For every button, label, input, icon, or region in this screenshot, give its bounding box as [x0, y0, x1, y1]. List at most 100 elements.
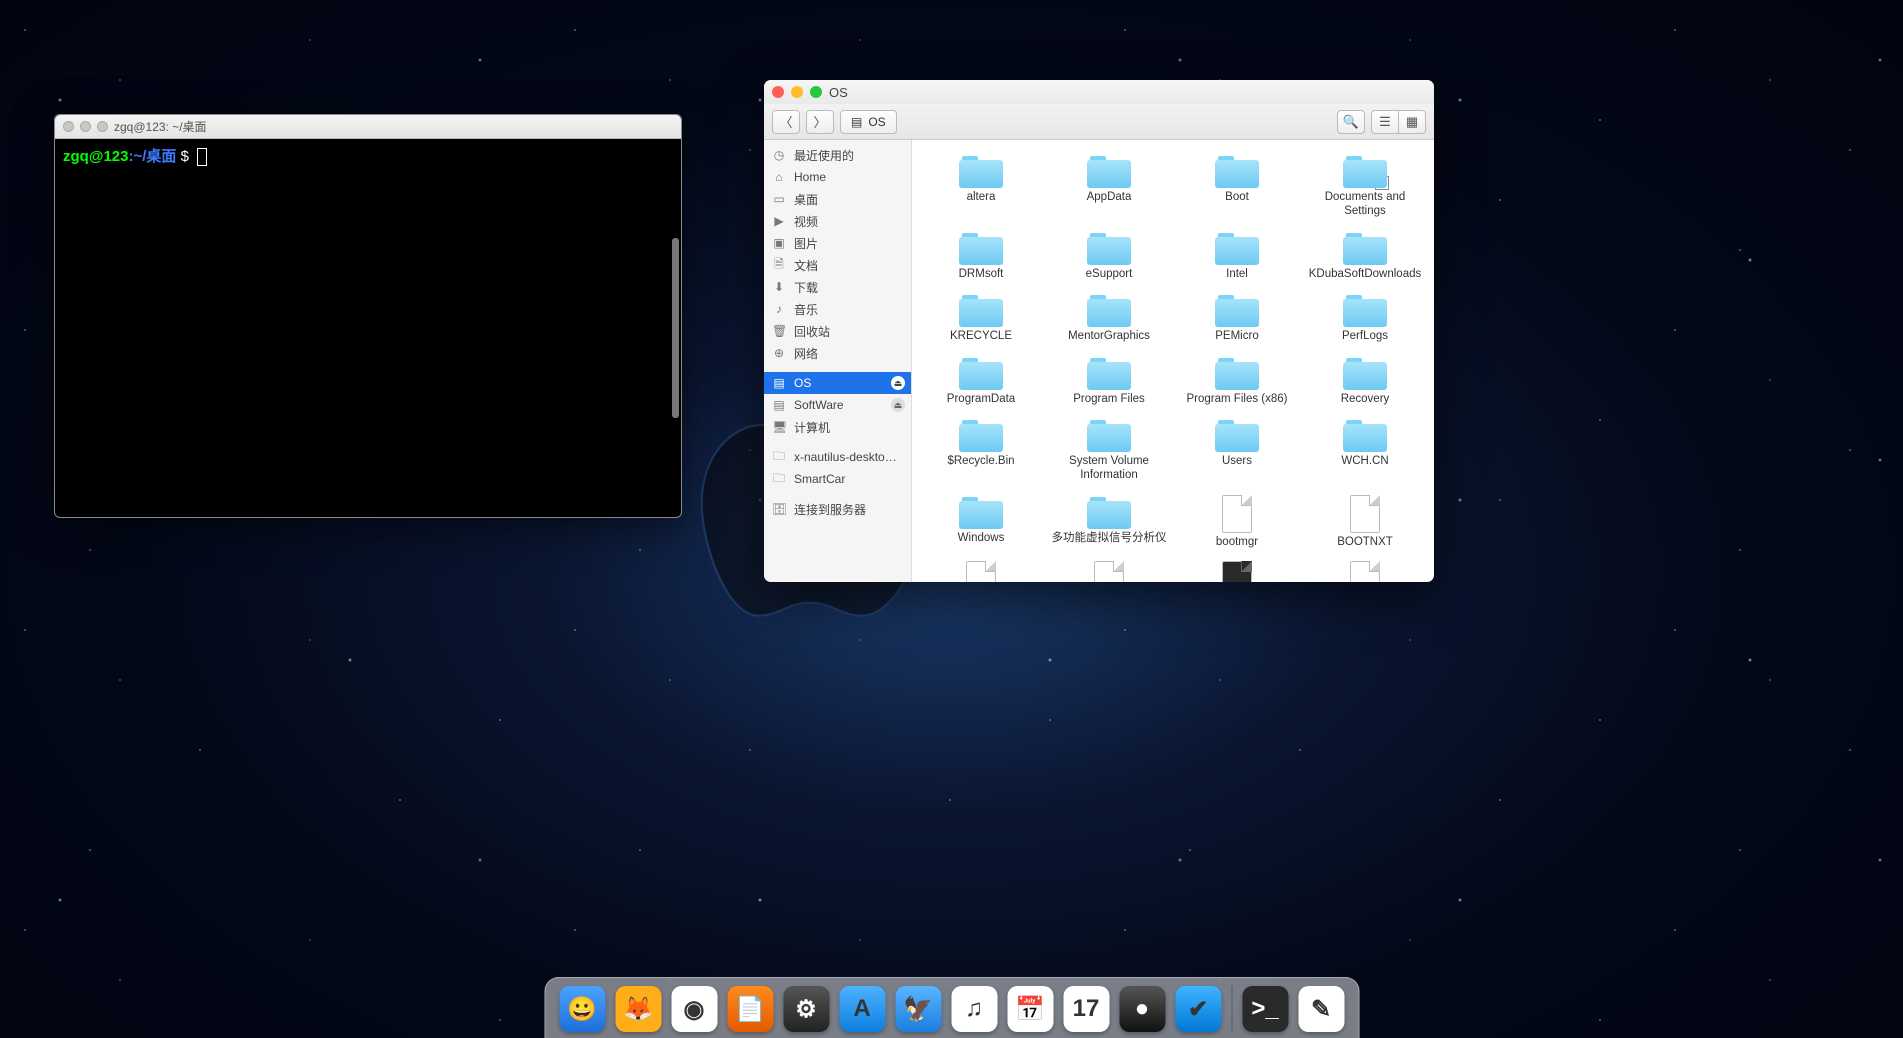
sidebar-item-home[interactable]: ⌂Home — [764, 166, 911, 188]
file-item[interactable]: altera — [918, 150, 1044, 223]
search-button[interactable]: 🔍 — [1337, 110, 1365, 134]
file-item[interactable]: Users — [1174, 414, 1300, 487]
window-close-button[interactable] — [63, 121, 74, 132]
terminal-titlebar[interactable]: zgq@123: ~/桌面 — [55, 115, 681, 139]
window-maximize-button[interactable] — [97, 121, 108, 132]
shortcut-badge-icon: ↗ — [1375, 176, 1389, 190]
file-item[interactable]: Program Files — [1046, 352, 1172, 410]
file-item[interactable]: DRMsoft — [918, 227, 1044, 285]
file-manager-window[interactable]: OS 〈 〉 ▤ OS 🔍 ☰ ▦ ◷最近使用的⌂Home▭桌面▶视频 ▣ 图片 🗎文… — [764, 80, 1434, 582]
folder-icon — [1215, 231, 1259, 265]
file-item[interactable] — [1302, 557, 1428, 582]
sidebar-item-software[interactable]: ▤SoftWare⏏ — [764, 394, 911, 416]
image-icon: ▣ — [772, 236, 786, 250]
sidebar-item--[interactable]: 🗄连接到服务器 — [764, 498, 911, 520]
dock-finder[interactable]: 😀 — [559, 986, 605, 1032]
sidebar-item-label: 图片 — [794, 235, 818, 252]
firefox-icon: 🦊 — [623, 995, 653, 1024]
file-item[interactable]: Program Files (x86) — [1174, 352, 1300, 410]
file-item[interactable]: Windows — [918, 491, 1044, 553]
sidebar-item--[interactable]: ♪音乐 — [764, 298, 911, 320]
window-minimize-button[interactable] — [791, 86, 803, 98]
file-item[interactable]: BOOTNXT — [1302, 491, 1428, 553]
file-item[interactable]: KDubaSoftDownloads — [1302, 227, 1428, 285]
fm-content[interactable]: altera AppData Boot↗Documents and Settings… — [912, 140, 1434, 582]
dock-textedit[interactable]: ✎ — [1298, 986, 1344, 1032]
file-icon — [1094, 561, 1124, 582]
file-item[interactable]: Intel — [1174, 227, 1300, 285]
sidebar-item--[interactable]: ▶视频 — [764, 210, 911, 232]
dock-music[interactable]: ♫ — [951, 986, 997, 1032]
window-close-button[interactable] — [772, 86, 784, 98]
terminal-scrollbar[interactable] — [672, 238, 679, 418]
sidebar-item--[interactable]: ▭桌面 — [764, 188, 911, 210]
dock-pdf[interactable]: 📄 — [727, 986, 773, 1032]
folder-icon — [959, 154, 1003, 188]
pdf-icon: 📄 — [735, 995, 765, 1024]
sidebar-item--[interactable]: 🗎文档 — [764, 254, 911, 276]
terminal-window[interactable]: zgq@123: ~/桌面 zgq@123:~/桌面 $ — [54, 114, 682, 518]
view-list-button[interactable]: ☰ — [1371, 110, 1399, 134]
fm-titlebar[interactable]: OS — [764, 80, 1434, 104]
window-maximize-button[interactable] — [810, 86, 822, 98]
view-grid-button[interactable]: ▦ — [1398, 110, 1426, 134]
dock-firefox[interactable]: 🦊 — [615, 986, 661, 1032]
file-item[interactable]: 多功能虚拟信号分析仪 — [1046, 491, 1172, 553]
prompt-symbol: $ — [176, 148, 193, 165]
window-minimize-button[interactable] — [80, 121, 91, 132]
file-item[interactable]: ↗Documents and Settings — [1302, 150, 1428, 223]
file-item[interactable]: Recovery — [1302, 352, 1428, 410]
file-item-label: AppData — [1087, 190, 1132, 204]
breadcrumb[interactable]: ▤ OS — [840, 110, 897, 134]
dock-settings[interactable]: ⚙ — [783, 986, 829, 1032]
file-item-label: Program Files (x86) — [1187, 392, 1288, 406]
file-item-label: $Recycle.Bin — [947, 454, 1014, 468]
sidebar-item-smartcar[interactable]: 🗀SmartCar — [764, 468, 911, 490]
terminal-icon: >_ — [1251, 995, 1278, 1023]
nav-forward-button[interactable]: 〉 — [806, 110, 834, 134]
file-item[interactable]: MentorGraphics — [1046, 289, 1172, 347]
disk-icon: ▤ — [851, 115, 862, 129]
sidebar-item--[interactable]: ◷最近使用的 — [764, 144, 911, 166]
sidebar-item--[interactable]: ⬇下载 — [764, 276, 911, 298]
file-item[interactable] — [918, 557, 1044, 582]
file-item[interactable]: bootmgr — [1174, 491, 1300, 553]
eject-icon[interactable]: ⏏ — [891, 376, 905, 390]
sidebar-item-os[interactable]: ▤OS⏏ — [764, 372, 911, 394]
terminal-body[interactable]: zgq@123:~/桌面 $ — [55, 139, 681, 517]
dock-terminal[interactable]: >_ — [1242, 986, 1288, 1032]
file-item-label: WCH.CN — [1341, 454, 1388, 468]
dock-chrome[interactable]: ◉ — [671, 986, 717, 1032]
eject-icon[interactable]: ⏏ — [891, 398, 905, 412]
file-item[interactable]: KRECYCLE — [918, 289, 1044, 347]
file-item[interactable] — [1046, 557, 1172, 582]
sidebar-item-label: 桌面 — [794, 191, 818, 208]
file-item[interactable]: AppData — [1046, 150, 1172, 223]
sidebar-item--[interactable]: ▣ 图片 — [764, 232, 911, 254]
dock-quicktime[interactable]: ● — [1119, 986, 1165, 1032]
file-item[interactable]: Boot — [1174, 150, 1300, 223]
dock-calendar[interactable]: 17 — [1063, 986, 1109, 1032]
sidebar-item--[interactable]: 🗑回收站 — [764, 320, 911, 342]
sidebar-item-x-nautilus-deskto-[interactable]: 🗀x-nautilus-deskto… — [764, 446, 911, 468]
dock-mail[interactable]: 🦅 — [895, 986, 941, 1032]
folder-icon — [959, 356, 1003, 390]
file-item[interactable]: PerfLogs — [1302, 289, 1428, 347]
sidebar-item-label: 回收站 — [794, 323, 830, 340]
file-item[interactable]: PEMicro — [1174, 289, 1300, 347]
file-icon — [1222, 495, 1252, 533]
folder-icon — [1343, 418, 1387, 452]
nav-back-button[interactable]: 〈 — [772, 110, 800, 134]
file-item[interactable]: ProgramData — [918, 352, 1044, 410]
file-icon — [1350, 561, 1380, 582]
file-item[interactable]: $Recycle.Bin — [918, 414, 1044, 487]
file-item[interactable]: eSupport — [1046, 227, 1172, 285]
file-item[interactable]: WCH.CN — [1302, 414, 1428, 487]
dock-ical[interactable]: 📅 — [1007, 986, 1053, 1032]
dock-clean[interactable]: ✔ — [1175, 986, 1221, 1032]
sidebar-item--[interactable]: ⊕网络 — [764, 342, 911, 364]
file-item[interactable] — [1174, 557, 1300, 582]
sidebar-item--[interactable]: 🖥计算机 — [764, 416, 911, 438]
file-item[interactable]: System Volume Information — [1046, 414, 1172, 487]
dock-appstore[interactable]: A — [839, 986, 885, 1032]
